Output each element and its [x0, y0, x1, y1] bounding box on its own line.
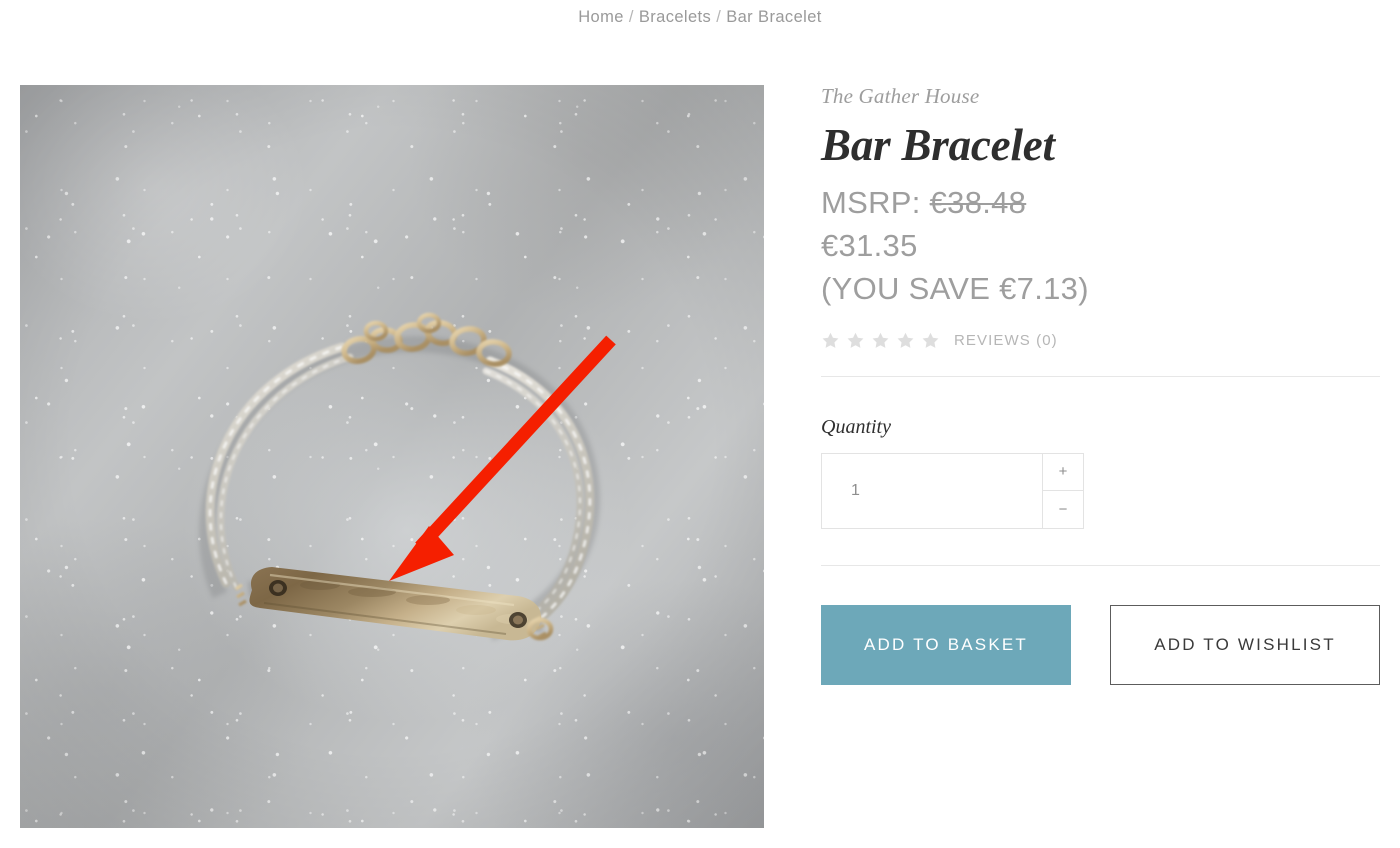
star-icon — [897, 332, 914, 349]
product-info-panel: The Gather House Bar Bracelet MSRP: €38.… — [821, 84, 1380, 685]
star-icon — [872, 332, 889, 349]
action-buttons: ADD TO BASKET ADD TO WISHLIST — [821, 604, 1380, 685]
breadcrumb: Home / Bracelets / Bar Bracelet — [0, 8, 1400, 27]
star-icon — [822, 332, 839, 349]
product-detail-page: Home / Bracelets / Bar Bracelet The Gath… — [0, 0, 1400, 848]
breadcrumb-item-home[interactable]: Home — [578, 8, 624, 26]
add-to-wishlist-button[interactable]: ADD TO WISHLIST — [1110, 604, 1380, 685]
msrp-row: MSRP: €38.48 — [821, 182, 1380, 225]
savings-text: (YOU SAVE €7.13) — [821, 270, 1089, 306]
product-brand: The Gather House — [821, 84, 980, 108]
breadcrumb-item-current: Bar Bracelet — [726, 8, 822, 26]
breadcrumb-separator: / — [628, 8, 634, 26]
quantity-stepper-buttons: + − — [1042, 453, 1083, 528]
star-icon — [922, 332, 939, 349]
divider-top — [821, 375, 1380, 377]
msrp-value: €38.48 — [929, 185, 1027, 221]
quantity-stepper[interactable]: + − — [821, 452, 1084, 529]
quantity-decrement-button[interactable]: − — [1043, 490, 1083, 528]
divider-bottom — [821, 564, 1380, 566]
breadcrumb-item-bracelets[interactable]: Bracelets — [639, 8, 711, 26]
quantity-input[interactable] — [822, 453, 1042, 528]
quantity-label: Quantity — [821, 415, 891, 438]
current-price: €31.35 — [821, 228, 918, 264]
reviews-link[interactable]: REVIEWS (0) — [954, 332, 1058, 349]
msrp-label: MSRP: — [821, 185, 921, 221]
star-rating[interactable] — [821, 331, 940, 350]
star-icon — [847, 332, 864, 349]
product-image[interactable] — [20, 85, 764, 828]
quantity-increment-button[interactable]: + — [1043, 453, 1083, 491]
price-block: MSRP: €38.48 €31.35 (YOU SAVE €7.13) — [821, 182, 1380, 310]
breadcrumb-separator: / — [716, 8, 722, 26]
page-title: Bar Bracelet — [821, 120, 1055, 171]
add-to-basket-button[interactable]: ADD TO BASKET — [821, 604, 1071, 685]
photo-vignette — [20, 85, 764, 828]
rating-row[interactable]: REVIEWS (0) — [821, 328, 1380, 354]
